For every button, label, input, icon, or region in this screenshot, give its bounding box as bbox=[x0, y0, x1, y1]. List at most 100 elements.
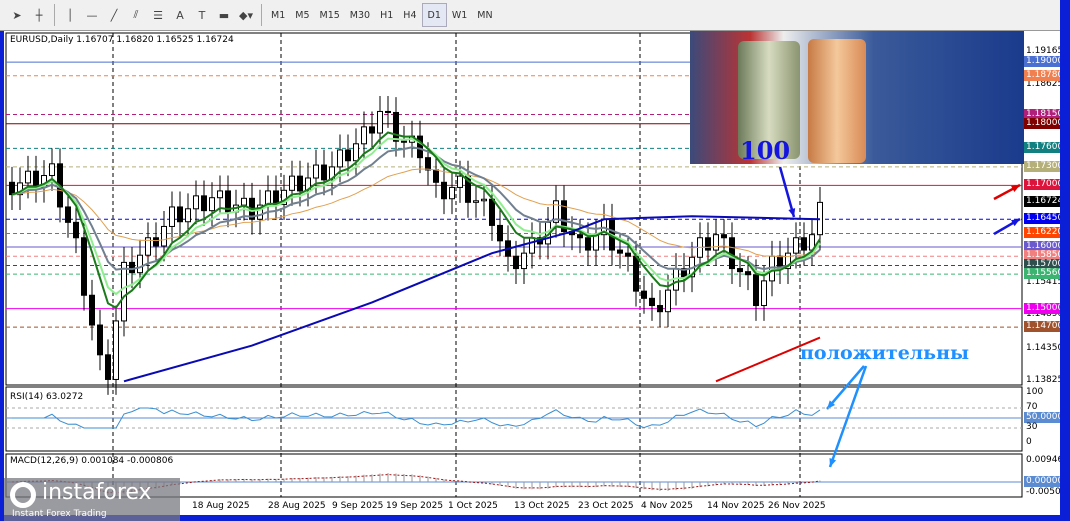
chart-header: EURUSD,Daily 1.16707 1.16820 1.16525 1.1… bbox=[10, 35, 234, 45]
candle-body bbox=[241, 197, 247, 206]
macd-tick: 0.000000 bbox=[1024, 476, 1069, 487]
candle-body bbox=[737, 268, 743, 273]
timeframe-w1[interactable]: W1 bbox=[447, 3, 472, 27]
candle-body bbox=[473, 200, 479, 203]
candle-body bbox=[705, 237, 711, 251]
level-label: 1.16724 bbox=[1024, 196, 1064, 208]
level-label: 1.17600 bbox=[1024, 142, 1064, 154]
annotation-100: 100 bbox=[740, 136, 791, 165]
date-label: 13 Oct 2025 bbox=[514, 501, 570, 511]
date-label: 19 Sep 2025 bbox=[386, 501, 444, 511]
candle-body bbox=[497, 224, 503, 242]
candle-body bbox=[73, 221, 79, 239]
timeframe-h4[interactable]: H4 bbox=[398, 3, 421, 27]
candle-body bbox=[449, 186, 455, 200]
level-label: 1.14700 bbox=[1024, 321, 1064, 333]
timeframe-m15[interactable]: M15 bbox=[315, 3, 345, 27]
level-label: 1.17300 bbox=[1024, 160, 1064, 172]
candle-body bbox=[153, 237, 159, 247]
trendline-tool-icon[interactable]: ╱ bbox=[103, 3, 125, 27]
level-label: 1.18000 bbox=[1024, 117, 1064, 129]
cursor-tool-icon[interactable]: ➤ bbox=[6, 3, 28, 27]
instaforex-watermark: instaforex Instant Forex Trading bbox=[4, 478, 180, 521]
vertical-line-tool-icon[interactable]: │ bbox=[59, 3, 81, 27]
candle-body bbox=[81, 237, 87, 296]
candle-body bbox=[585, 237, 591, 251]
date-label: 28 Aug 2025 bbox=[268, 501, 326, 511]
candle-body bbox=[345, 149, 351, 162]
candle-body bbox=[89, 294, 95, 326]
candle-body bbox=[665, 289, 671, 313]
rsi-header: RSI(14) 63.0272 bbox=[10, 392, 84, 402]
text-label-tool-icon[interactable]: T bbox=[191, 3, 213, 27]
candle-body bbox=[177, 206, 183, 223]
candle-body bbox=[649, 297, 655, 307]
candle-body bbox=[753, 274, 759, 307]
candle-body bbox=[625, 252, 631, 257]
date-label: 1 Oct 2025 bbox=[448, 501, 498, 511]
candle-body bbox=[193, 195, 199, 210]
candle-body bbox=[425, 157, 431, 171]
crosshair-tool-icon[interactable]: ┼ bbox=[28, 3, 50, 27]
candle-body bbox=[297, 175, 303, 192]
date-label: 26 Nov 2025 bbox=[768, 501, 826, 511]
candle-body bbox=[113, 320, 119, 380]
price-tick: 1.13825 bbox=[1026, 374, 1064, 385]
candle-body bbox=[353, 143, 359, 162]
level-label: 1.16450 bbox=[1024, 213, 1064, 225]
price-tick: 1.18625 bbox=[1026, 79, 1064, 90]
chart-window[interactable]: EURUSD,Daily 1.16707 1.16820 1.16525 1.1… bbox=[4, 31, 1070, 515]
arrow-to-macd-head bbox=[829, 458, 837, 467]
level-label: 1.16220 bbox=[1024, 227, 1064, 239]
rectangle-tool-icon[interactable]: ▬ bbox=[213, 3, 235, 27]
candle-body bbox=[137, 254, 143, 274]
candle-body bbox=[313, 164, 319, 179]
candle-body bbox=[9, 181, 15, 196]
candle-body bbox=[201, 195, 207, 212]
equidistant-channel-tool-icon[interactable]: ⫽ bbox=[125, 3, 147, 27]
candle-body bbox=[321, 164, 327, 181]
euro-bill-image bbox=[808, 39, 866, 163]
candle-body bbox=[185, 208, 191, 223]
timeframe-m1[interactable]: M1 bbox=[266, 3, 290, 27]
timeframe-h1[interactable]: H1 bbox=[375, 3, 398, 27]
candle-body bbox=[593, 234, 599, 251]
level-label: 1.19000 bbox=[1024, 56, 1064, 68]
candle-body bbox=[121, 261, 127, 322]
candle-body bbox=[209, 197, 215, 212]
instaforex-logo-icon bbox=[10, 482, 36, 508]
candle-body bbox=[49, 163, 55, 177]
candle-body bbox=[641, 290, 647, 299]
candle-body bbox=[441, 181, 447, 200]
candle-body bbox=[65, 206, 71, 223]
level-label: 1.18780 bbox=[1024, 69, 1064, 81]
candle-body bbox=[801, 237, 807, 251]
timeframe-d1[interactable]: D1 bbox=[421, 3, 447, 27]
macd-tick: -0.005075 bbox=[1026, 487, 1070, 497]
brand-name: instaforex bbox=[42, 480, 152, 505]
candle-body bbox=[217, 190, 223, 199]
horizontal-line-tool-icon[interactable]: — bbox=[81, 3, 103, 27]
candle-body bbox=[713, 234, 719, 251]
candle-body bbox=[25, 170, 31, 184]
date-label: 9 Sep 2025 bbox=[332, 501, 384, 511]
candle-body bbox=[745, 271, 751, 276]
candle-body bbox=[97, 324, 103, 356]
rsi-tick: 0 bbox=[1026, 437, 1032, 447]
arrow-to-macd bbox=[828, 365, 868, 468]
level-label: 1.15560 bbox=[1024, 268, 1064, 280]
fibonacci-tool-icon[interactable]: ☰ bbox=[147, 3, 169, 27]
timeframe-m5[interactable]: M5 bbox=[290, 3, 314, 27]
price-tick: 1.14350 bbox=[1026, 342, 1064, 353]
timeframe-mn[interactable]: MN bbox=[472, 3, 497, 27]
candle-body bbox=[337, 149, 343, 168]
candle-body bbox=[129, 261, 135, 274]
candle-body bbox=[657, 305, 663, 313]
timeframe-m30[interactable]: M30 bbox=[345, 3, 375, 27]
text-tool-icon[interactable]: A bbox=[169, 3, 191, 27]
candle-body bbox=[169, 206, 175, 227]
candle-body bbox=[793, 237, 799, 254]
shapes-menu-tool-icon[interactable]: ◆▾ bbox=[235, 3, 257, 27]
candle-body bbox=[377, 110, 383, 134]
candle-body bbox=[417, 135, 423, 159]
